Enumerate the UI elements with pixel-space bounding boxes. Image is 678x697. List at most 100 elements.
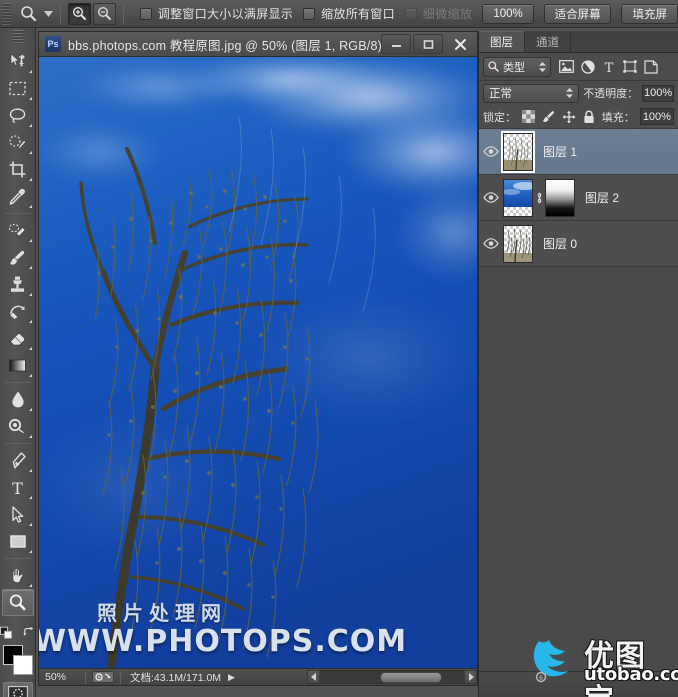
- spot-healing-tool[interactable]: [2, 217, 34, 244]
- layer-thumbnail[interactable]: [503, 178, 533, 217]
- lock-transparency-icon[interactable]: [521, 109, 536, 125]
- document-preview-icon[interactable]: [86, 671, 120, 683]
- tool-flyout-corner: [28, 266, 32, 269]
- shape-tool[interactable]: [2, 528, 34, 555]
- lock-image-pixels-icon[interactable]: [541, 109, 556, 125]
- path-selection-tool[interactable]: [2, 501, 34, 528]
- chevron-down-icon[interactable]: [42, 1, 54, 27]
- horizontal-scrollbar[interactable]: [307, 668, 477, 685]
- blend-mode-value: 正常: [489, 88, 512, 100]
- document-titlebar[interactable]: Ps bbs.photops.com 教程原图.jpg @ 50% (图层 1,…: [39, 32, 477, 57]
- tab-channels[interactable]: 通道: [525, 31, 571, 52]
- filter-smart-object-icon[interactable]: [641, 57, 660, 76]
- minimize-button[interactable]: [381, 34, 411, 54]
- tool-flyout-corner: [28, 320, 32, 323]
- dodge-tool[interactable]: [2, 413, 34, 440]
- eye-icon[interactable]: [479, 238, 503, 249]
- zoom-in-button[interactable]: [68, 2, 91, 25]
- marquee-tool[interactable]: [2, 75, 34, 102]
- checkbox-box[interactable]: [303, 7, 316, 20]
- zoom-all-windows-checkbox[interactable]: 缩放所有窗口: [303, 5, 395, 22]
- opacity-value[interactable]: 100%: [642, 84, 674, 102]
- options-bar: 调整窗口大小以满屏显示 缩放所有窗口 细微缩放 100% 适合屏幕 填充屏: [0, 0, 678, 28]
- toolbar-grip[interactable]: [12, 30, 23, 44]
- zoom-level-field[interactable]: 50%: [39, 671, 85, 683]
- quick-mask-button[interactable]: [2, 682, 33, 697]
- zoom-out-button[interactable]: [93, 2, 116, 25]
- canvas-image[interactable]: [39, 57, 477, 669]
- lasso-tool[interactable]: [2, 102, 34, 129]
- filter-pixel-icon[interactable]: [557, 57, 576, 76]
- filter-shape-icon[interactable]: [620, 57, 639, 76]
- actual-pixels-button[interactable]: 100%: [482, 3, 534, 24]
- gradient-tool[interactable]: [2, 352, 34, 379]
- eraser-tool[interactable]: [2, 325, 34, 352]
- layer-name[interactable]: 图层 2: [585, 189, 619, 206]
- search-icon: [488, 61, 499, 72]
- eye-icon[interactable]: [479, 146, 503, 157]
- lock-position-icon[interactable]: [561, 109, 576, 125]
- layer-mask-thumbnail[interactable]: [545, 178, 575, 217]
- checkbox-box[interactable]: [139, 7, 152, 20]
- tab-layers[interactable]: 图层: [479, 31, 525, 52]
- fill-label: 填充：: [601, 111, 635, 124]
- scroll-left-arrow[interactable]: [307, 669, 320, 684]
- scroll-right-arrow[interactable]: [464, 669, 477, 684]
- tool-flyout-corner: [28, 205, 32, 208]
- layer-thumbnail[interactable]: [503, 224, 533, 263]
- layer-name[interactable]: 图层 0: [543, 235, 577, 252]
- tool-divider: [4, 213, 31, 214]
- zoom-tool-icon[interactable]: [15, 1, 41, 27]
- scrubby-zoom-checkbox[interactable]: 细微缩放: [404, 5, 473, 22]
- tool-flyout-corner: [28, 496, 32, 499]
- table-row[interactable]: 图层 0: [479, 221, 678, 267]
- layer-list: 图层 1 图层 2 图层 0: [479, 129, 678, 267]
- fit-screen-button[interactable]: 适合屏幕: [543, 3, 612, 24]
- default-colors-icon[interactable]: [0, 626, 13, 640]
- blur-tool[interactable]: [2, 386, 34, 413]
- tool-flyout-corner: [28, 584, 32, 587]
- eyedropper-tool[interactable]: [2, 183, 34, 210]
- layer-thumbnail[interactable]: [501, 130, 535, 173]
- move-tool[interactable]: [2, 48, 34, 75]
- options-bar-grip[interactable]: [2, 2, 12, 25]
- fill-screen-button[interactable]: 填充屏: [621, 3, 678, 24]
- status-expand-arrow[interactable]: ▶: [228, 672, 235, 683]
- stepper-arrows-icon[interactable]: [566, 88, 574, 98]
- layer-name[interactable]: 图层 1: [543, 143, 577, 160]
- stepper-arrows-icon[interactable]: [539, 61, 546, 72]
- swap-colors-icon[interactable]: [22, 626, 36, 639]
- fill-value[interactable]: 100%: [639, 108, 675, 125]
- maximize-button[interactable]: [413, 34, 443, 54]
- document-window: Ps bbs.photops.com 教程原图.jpg @ 50% (图层 1,…: [38, 31, 478, 686]
- zoom-tool[interactable]: [1, 589, 34, 616]
- background-color-swatch[interactable]: [12, 655, 33, 675]
- document-size-label: 文档:43.1M/171.0M: [130, 671, 222, 684]
- crop-tool[interactable]: [2, 156, 34, 183]
- brush-tool[interactable]: [2, 244, 34, 271]
- filter-type-select[interactable]: 类型: [483, 56, 551, 77]
- checkbox-box[interactable]: [404, 7, 417, 20]
- close-button[interactable]: [445, 34, 475, 54]
- clone-stamp-tool[interactable]: [2, 271, 34, 298]
- eye-icon[interactable]: [479, 192, 503, 203]
- lock-all-icon[interactable]: [582, 109, 597, 125]
- hand-tool[interactable]: [2, 562, 34, 589]
- pen-tool[interactable]: [2, 447, 34, 474]
- table-row[interactable]: 图层 2: [479, 175, 678, 221]
- table-row[interactable]: 图层 1: [479, 129, 678, 175]
- resize-windows-to-fit-checkbox[interactable]: 调整窗口大小以满屏显示: [139, 5, 293, 22]
- quick-selection-tool[interactable]: [2, 129, 34, 156]
- canvas-area[interactable]: 照片处理网 WWW.PHOTOPS.COM: [39, 57, 477, 669]
- filter-type-icon[interactable]: T: [599, 57, 618, 76]
- scrollbar-thumb[interactable]: [380, 671, 443, 683]
- color-swatches[interactable]: [2, 644, 34, 676]
- scrubby-zoom-label: 细微缩放: [422, 7, 473, 21]
- blend-mode-select[interactable]: 正常: [483, 83, 580, 103]
- type-tool[interactable]: T: [2, 474, 34, 501]
- scrollbar-track[interactable]: [320, 669, 464, 684]
- blend-mode-row: 正常 不透明度： 100%: [479, 81, 678, 105]
- filter-adjustment-icon[interactable]: [578, 57, 597, 76]
- link-chain-icon[interactable]: [533, 192, 545, 204]
- history-brush-tool[interactable]: [2, 298, 34, 325]
